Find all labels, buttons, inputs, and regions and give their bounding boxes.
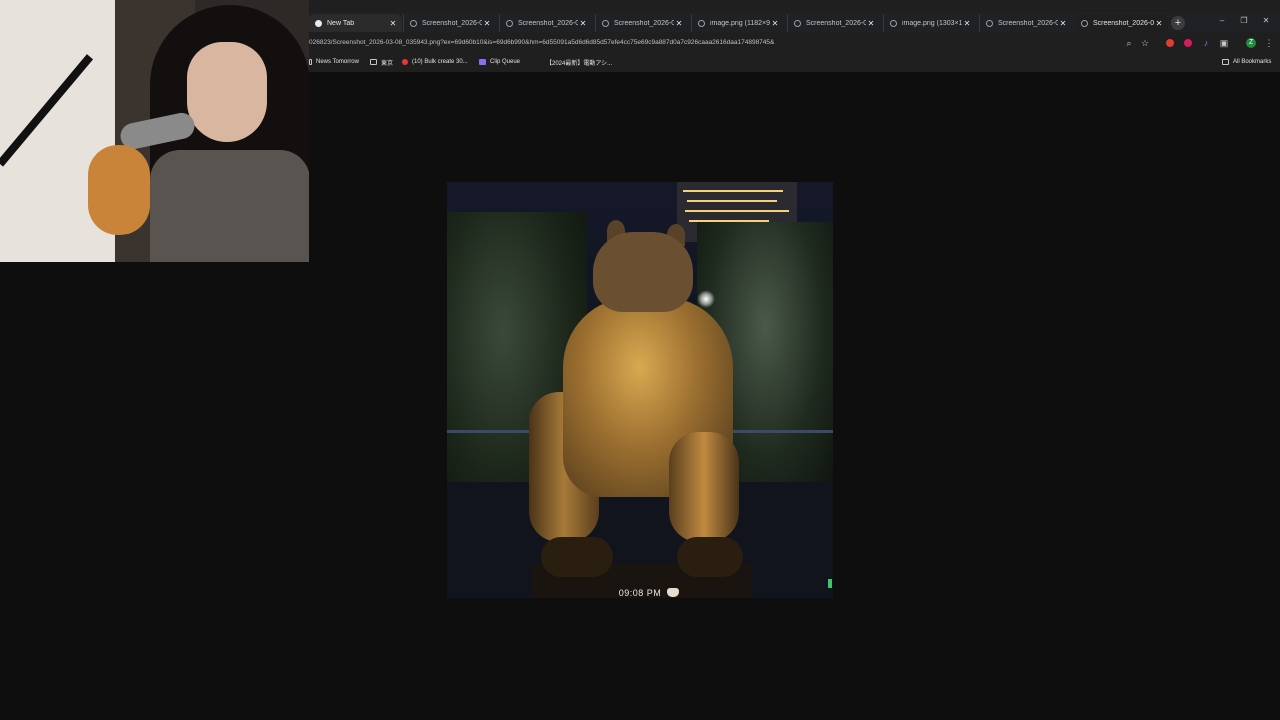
close-window-button[interactable]: ✕	[1257, 16, 1275, 25]
tab-title: image.png (1182×954)	[710, 19, 770, 27]
all-bookmarks-label: All Bookmarks	[1233, 59, 1272, 65]
restore-button[interactable]: ❐	[1235, 16, 1253, 25]
tab-screenshot[interactable]: Screenshot_2026-03-0 ✕	[979, 14, 1072, 32]
globe-icon	[890, 19, 897, 27]
photo-timestamp: 09:08 PM	[618, 588, 662, 598]
close-icon[interactable]: ✕	[1154, 19, 1164, 28]
tab-title: Screenshot_2026-03-	[614, 19, 674, 27]
bookmark-bulk-create[interactable]: (10) Bulk create 30...	[402, 57, 468, 67]
bookmark-tokyo[interactable]: 東京	[370, 57, 393, 67]
folder-icon	[370, 59, 377, 65]
tab-title: Screenshot_2026-03-0	[1093, 19, 1154, 27]
bookmark-label: News Tomorrow	[316, 59, 359, 65]
globe-icon	[1081, 19, 1088, 27]
bookmark-e-bike[interactable]: 【2024最新】電動アシ...	[535, 57, 612, 67]
translate-icon[interactable]: ♪	[1201, 38, 1211, 48]
bookmark-label: Clip Queue	[490, 59, 521, 65]
zoom-icon[interactable]: ⌕	[1124, 38, 1134, 48]
clip-icon	[479, 59, 486, 65]
tab-strip: New Tab ✕ Screenshot_2026-03- ✕ Screensh…	[309, 12, 1280, 32]
bookmark-label: 東京	[381, 60, 394, 67]
statue-leg	[669, 432, 739, 542]
globe-icon	[698, 19, 705, 27]
bookmark-label: (10) Bulk create 30...	[412, 59, 468, 65]
status-badge	[828, 579, 832, 588]
plush-toy	[88, 145, 150, 235]
tab-title: Screenshot_2026-03-	[518, 19, 578, 27]
streamer-jacket	[150, 150, 309, 262]
tab-image[interactable]: image.png (1303×119 ✕	[883, 14, 976, 32]
address-bar[interactable]: 026823/Screenshot_2026-03-08_035943.png?…	[309, 36, 1109, 50]
cat-sticker-icon	[667, 588, 679, 597]
page-icon	[535, 59, 542, 65]
statue-paw	[541, 537, 613, 577]
close-icon[interactable]: ✕	[962, 19, 972, 28]
all-bookmarks[interactable]: All Bookmarks	[1222, 57, 1271, 67]
statue-head	[593, 232, 693, 312]
profile-avatar[interactable]: Z	[1246, 38, 1256, 48]
globe-icon	[506, 19, 513, 27]
close-icon[interactable]: ✕	[482, 19, 492, 28]
folder-icon	[1222, 59, 1229, 65]
streamer-face	[187, 42, 267, 142]
building-windows	[683, 190, 783, 192]
close-icon[interactable]: ✕	[866, 19, 876, 28]
tab-image[interactable]: image.png (1182×954) ✕	[691, 14, 784, 32]
pinterest-icon[interactable]	[1184, 39, 1192, 47]
tab-title: image.png (1303×119	[902, 19, 962, 27]
bookmark-label: 【2024最新】電動アシ...	[546, 60, 613, 67]
tab-screenshot[interactable]: Screenshot_2026-03- ✕	[499, 14, 592, 32]
tab-screenshot[interactable]: Screenshot_2026-03- ✕	[403, 14, 496, 32]
extension-red-icon[interactable]	[1166, 39, 1174, 47]
tab-title: New Tab	[327, 19, 355, 27]
globe-icon	[410, 19, 417, 27]
youtube-icon	[402, 59, 408, 65]
webcam-overlay	[0, 0, 309, 262]
globe-icon	[986, 19, 993, 27]
close-icon[interactable]: ✕	[388, 19, 398, 28]
close-icon[interactable]: ✕	[770, 19, 780, 28]
menu-icon[interactable]: ⋮	[1264, 38, 1274, 48]
tab-screenshot[interactable]: Screenshot_2026-03- ✕	[595, 14, 688, 32]
bookmark-clip-queue[interactable]: Clip Queue	[479, 57, 520, 67]
tab-screenshot[interactable]: Screenshot_2026-03- ✕	[787, 14, 880, 32]
street-light	[697, 290, 715, 308]
close-icon[interactable]: ✕	[578, 19, 588, 28]
minimize-button[interactable]: –	[1213, 16, 1231, 25]
displayed-image[interactable]: 09:08 PM	[447, 182, 833, 598]
close-icon[interactable]: ✕	[1058, 19, 1068, 28]
bookmark-star-icon[interactable]: ☆	[1140, 38, 1150, 48]
chrome-icon	[315, 19, 322, 27]
bookmark-news-tomorrow[interactable]: News Tomorrow	[309, 57, 359, 67]
browser-window: New Tab ✕ Screenshot_2026-03- ✕ Screensh…	[309, 0, 1280, 72]
bookmarks-bar: News Tomorrow 東京 (10) Bulk create 30... …	[309, 54, 1280, 70]
new-tab-button[interactable]: +	[1171, 16, 1185, 30]
building-windows	[685, 210, 789, 212]
statue-paw	[677, 537, 743, 577]
tab-title: Screenshot_2026-03-	[422, 19, 482, 27]
tab-title: Screenshot_2026-03-0	[998, 19, 1058, 27]
globe-icon	[794, 19, 801, 27]
tab-screenshot-active[interactable]: Screenshot_2026-03-0 ✕	[1075, 14, 1168, 32]
globe-icon	[602, 19, 609, 27]
tab-title: Screenshot_2026-03-	[806, 19, 866, 27]
close-icon[interactable]: ✕	[674, 19, 684, 28]
browser-toolbar: 026823/Screenshot_2026-03-08_035943.png?…	[309, 32, 1280, 54]
page-icon	[309, 59, 312, 65]
extensions-icon[interactable]: ▣	[1219, 38, 1229, 48]
building-windows	[687, 200, 777, 202]
tab-new-tab[interactable]: New Tab ✕	[309, 14, 402, 32]
